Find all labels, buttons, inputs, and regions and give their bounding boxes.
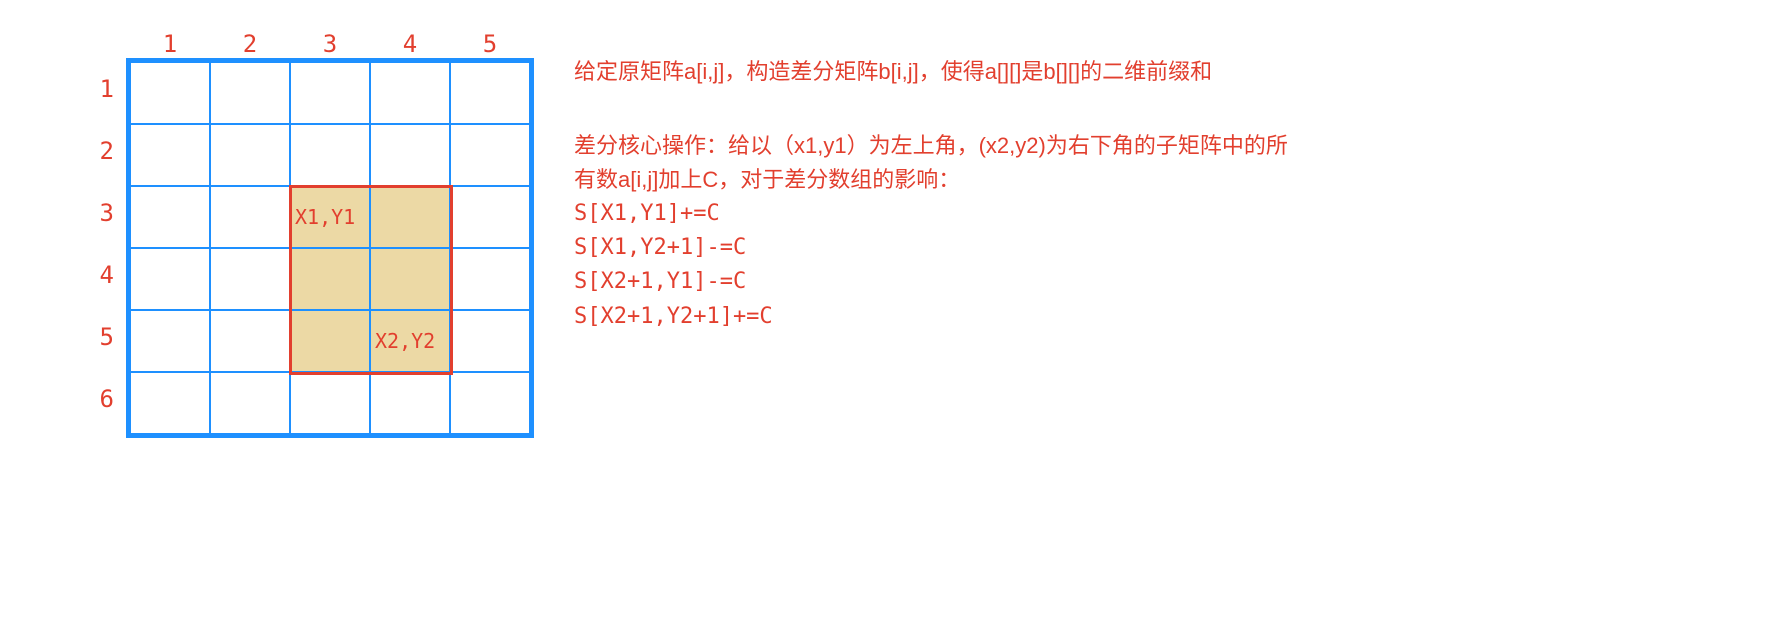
row-label: 6: [90, 368, 114, 430]
row-label: 1: [90, 58, 114, 120]
row-headers: 1 2 3 4 5 6: [90, 58, 114, 430]
col-label: 1: [130, 30, 210, 58]
col-label: 4: [370, 30, 450, 58]
formula-1: S[X1,Y1]+=C: [574, 197, 1288, 231]
row-label: 5: [90, 306, 114, 368]
explanation-text: 给定原矩阵a[i,j]，构造差分矩阵b[i,j]，使得a[][]是b[][]的二…: [574, 30, 1288, 334]
col-label: 5: [450, 30, 530, 58]
intro-text: 给定原矩阵a[i,j]，构造差分矩阵b[i,j]，使得a[][]是b[][]的二…: [574, 55, 1288, 89]
col-label: 2: [210, 30, 290, 58]
cell-bottom-right-label: X2,Y2: [371, 329, 449, 353]
formula-4: S[X2+1,Y2+1]+=C: [574, 300, 1288, 334]
col-label: 3: [290, 30, 370, 58]
row-label: 3: [90, 182, 114, 244]
grid: X1,Y1 X2,Y2: [126, 58, 534, 438]
core-line-1: 差分核心操作：给以（x1,y1）为左上角，(x2,y2)为右下角的子矩阵中的所: [574, 129, 1288, 163]
cell-top-left-label: X1,Y1: [291, 205, 369, 229]
row-label: 2: [90, 120, 114, 182]
column-headers: 1 2 3 4 5: [130, 30, 534, 58]
row-label: 4: [90, 244, 114, 306]
formula-2: S[X1,Y2+1]-=C: [574, 231, 1288, 265]
formula-3: S[X2+1,Y1]-=C: [574, 265, 1288, 299]
core-line-2: 有数a[i,j]加上C，对于差分数组的影响：: [574, 163, 1288, 197]
matrix-diagram: 1 2 3 4 5 1 2 3 4 5 6 X1,Y1 X2,Y2: [90, 30, 534, 438]
